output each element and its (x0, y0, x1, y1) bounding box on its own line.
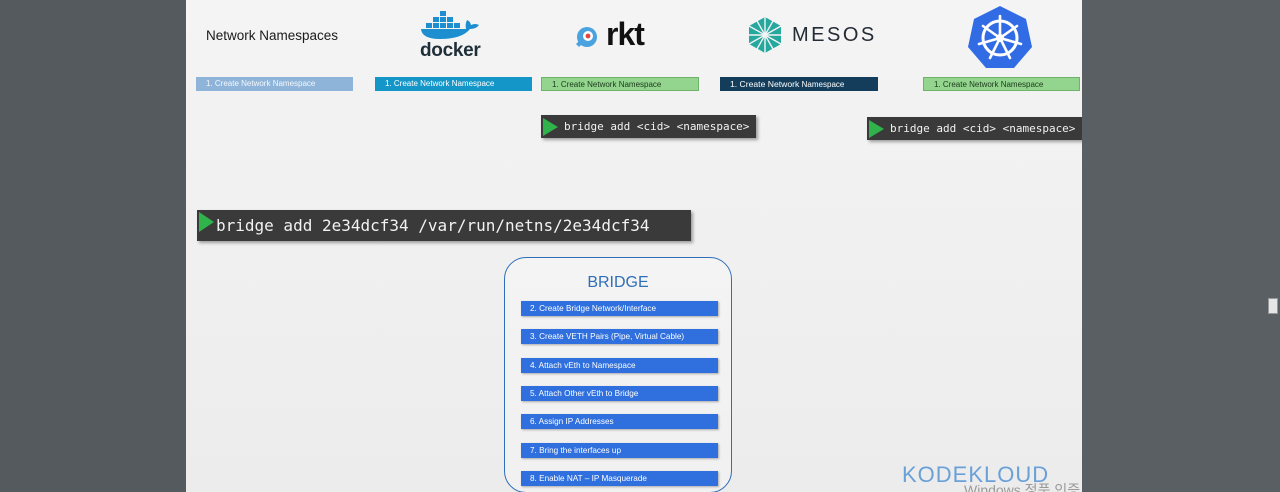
kubernetes-command-text: bridge add <cid> <namespace> (890, 122, 1076, 135)
mesos-logo: MESOS (746, 16, 877, 54)
step-create-namespace-docker: 1. Create Network Namespace (375, 77, 532, 91)
mesos-hex-icon (748, 17, 782, 53)
step-create-namespace-mesos: 1. Create Network Namespace (720, 77, 878, 91)
bridge-step: 8. Enable NAT – IP Masquerade (521, 471, 718, 486)
windows-activation-watermark: Windows 정품 인증 (964, 482, 1081, 492)
kubernetes-bridge-command: bridge add <cid> <namespace> (867, 117, 1082, 140)
main-command-text: bridge add 2e34dcf34 /var/run/netns/2e34… (216, 216, 650, 235)
play-icon (543, 117, 558, 136)
rkt-rocket-icon (576, 27, 597, 47)
rkt-command-text: bridge add <cid> <namespace> (564, 120, 750, 133)
play-icon (869, 119, 884, 138)
step-create-namespace-rkt: 1. Create Network Namespace (541, 77, 699, 91)
bridge-plugin-box: BRIDGE 2. Create Bridge Network/Interfac… (504, 257, 732, 492)
viewer-side-panel (1082, 0, 1280, 492)
bridge-step: 6. Assign IP Addresses (521, 414, 718, 429)
docker-logo: docker (416, 10, 486, 62)
bridge-step: 2. Create Bridge Network/Interface (521, 301, 718, 316)
rkt-logo: rkt (574, 16, 645, 52)
docker-whale-icon (421, 11, 479, 39)
mesos-step-suffix: Namespace (801, 80, 845, 89)
kubernetes-wheel-icon (968, 6, 1032, 68)
rkt-wordmark: rkt (606, 16, 645, 52)
rkt-bridge-command: bridge add <cid> <namespace> (541, 115, 756, 138)
kubernetes-logo (966, 4, 1034, 75)
bridge-step: 4. Attach vEth to Namespace (521, 358, 718, 373)
scrollbar-thumb[interactable] (1268, 298, 1278, 314)
bridge-step: 7. Bring the interfaces up (521, 443, 718, 458)
network-namespaces-title: Network Namespaces (206, 28, 339, 43)
main-bridge-command: bridge add 2e34dcf34 /var/run/netns/2e34… (197, 210, 691, 241)
docker-wordmark: docker (420, 40, 481, 61)
bridge-step: 3. Create VETH Pairs (Pipe, Virtual Cabl… (521, 329, 718, 344)
mesos-wordmark: MESOS (792, 23, 877, 46)
play-icon (199, 211, 214, 232)
step-create-namespace-kubernetes: 1. Create Network Namespace (923, 77, 1080, 91)
bridge-step: 5. Attach Other vEth to Bridge (521, 386, 718, 401)
mesos-step-prefix: 1. Create Network (730, 79, 802, 89)
presentation-slide: Network Namespaces docker rkt MESOS 1. C… (186, 0, 1082, 492)
step-create-namespace-generic: 1. Create Network Namespace (196, 77, 353, 91)
bridge-title: BRIDGE (587, 274, 649, 291)
